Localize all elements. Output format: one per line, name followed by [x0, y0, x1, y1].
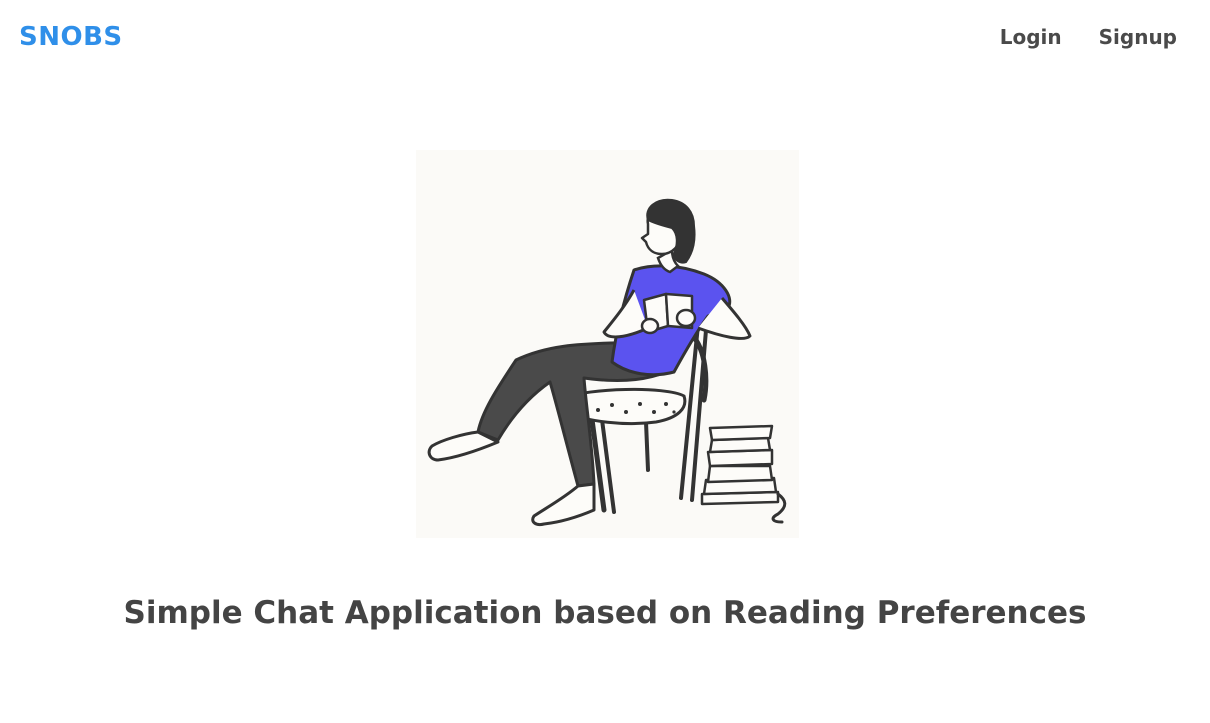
- top-navbar: SNOBS Login Signup: [0, 0, 1210, 76]
- login-link[interactable]: Login: [1000, 25, 1062, 49]
- brand-logo-link[interactable]: SNOBS: [19, 22, 123, 52]
- reading-person-illustration: [416, 150, 799, 538]
- hero-tagline: Simple Chat Application based on Reading…: [123, 595, 1087, 631]
- nav-links: Login Signup: [1000, 25, 1177, 49]
- signup-link[interactable]: Signup: [1099, 25, 1177, 49]
